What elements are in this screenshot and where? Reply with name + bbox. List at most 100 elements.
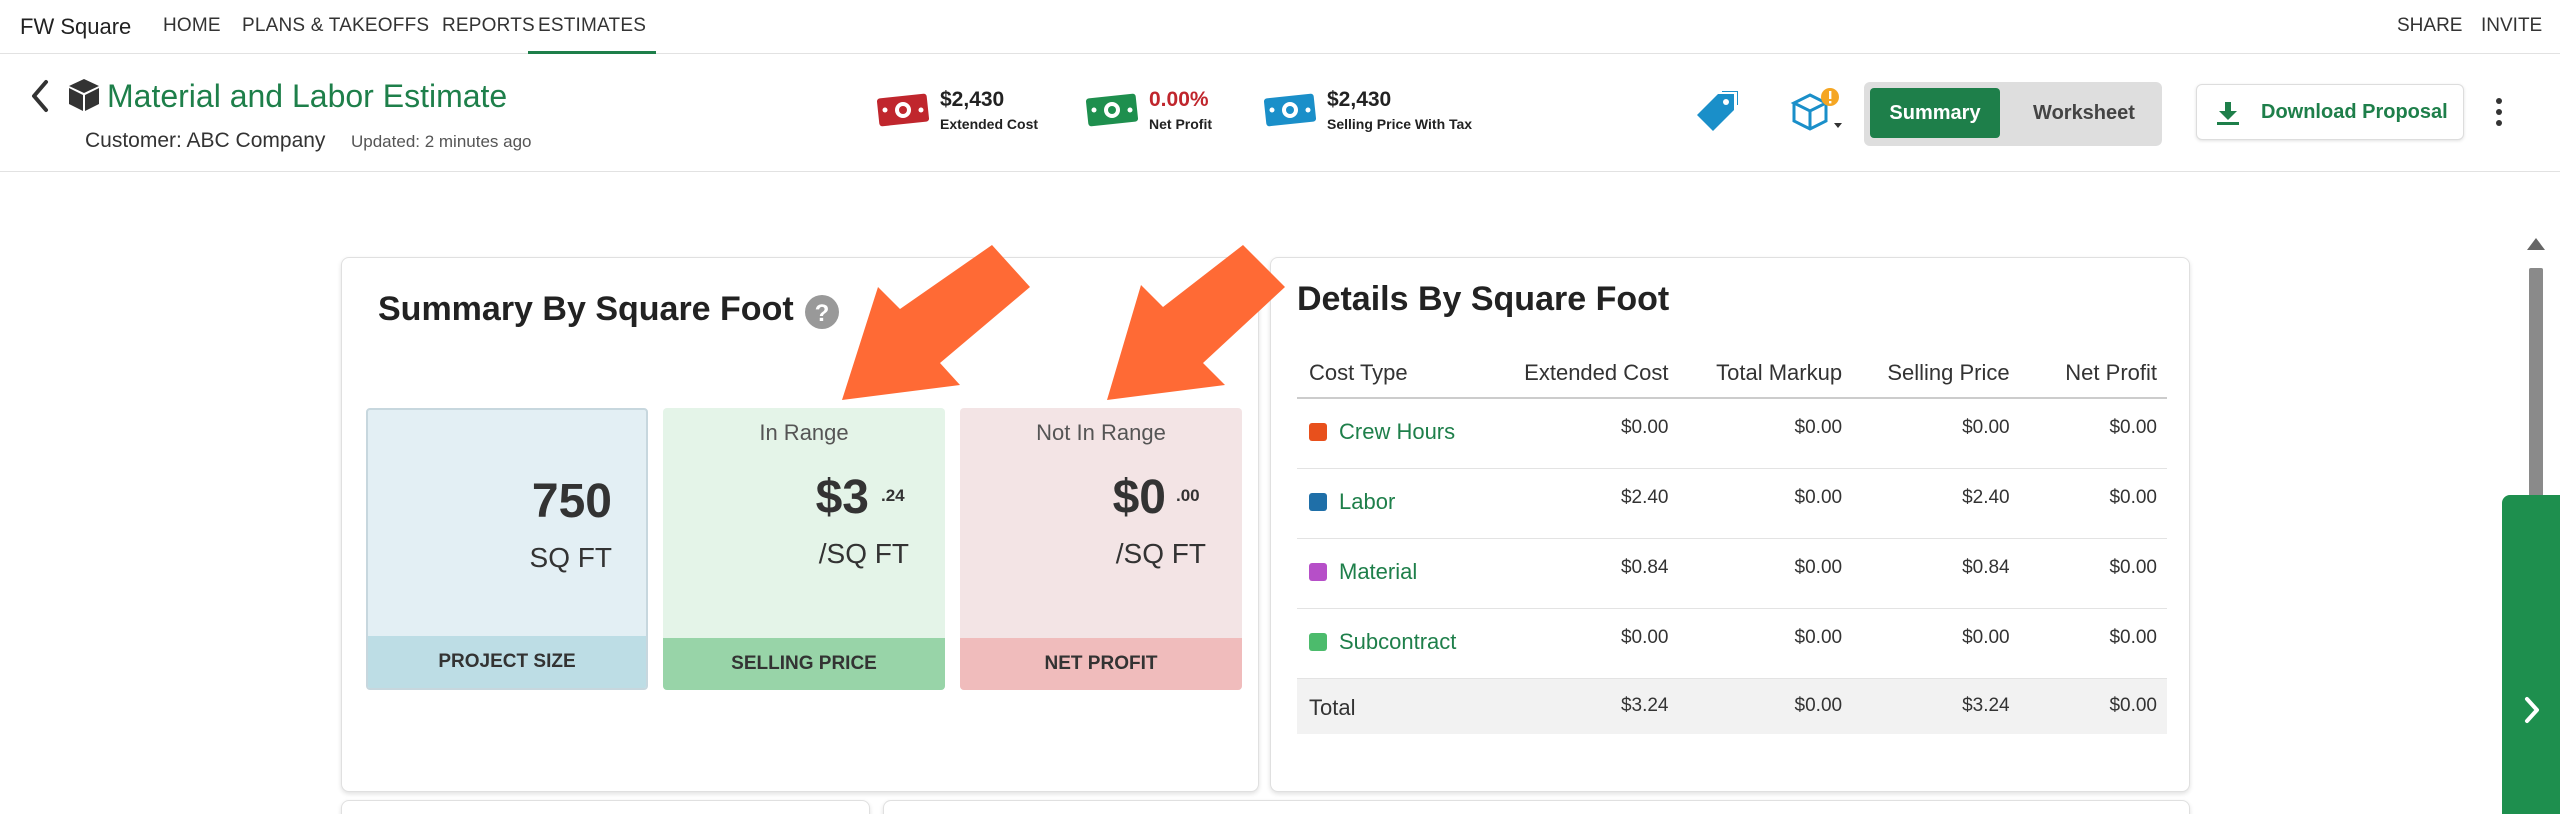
cost-type-material[interactable]: Material (1297, 538, 1499, 609)
total-markup-cell: $0.00 (1678, 468, 1853, 539)
color-swatch (1309, 423, 1327, 441)
total-markup-cell: $0.00 (1678, 538, 1853, 609)
total-label: Total (1297, 678, 1499, 734)
selling-price-dollars: $3 (815, 471, 869, 524)
project-size-unit: SQ FT (529, 542, 612, 573)
side-drawer-tab[interactable] (2502, 495, 2560, 814)
customer-name: Customer: ABC Company (85, 129, 326, 152)
col-extended-cost: Extended Cost (1498, 348, 1679, 399)
nav-estimates[interactable]: ESTIMATES (528, 15, 657, 54)
cube-alert-icon[interactable] (1790, 87, 1848, 137)
scroll-up-icon[interactable] (2526, 236, 2546, 252)
project-size-value: 750 (531, 475, 612, 528)
net-profit-cell: $0.00 (2019, 538, 2167, 609)
net-profit-label: NET PROFIT (960, 638, 1242, 690)
total-row: Total $3.24 $0.00 $3.24 $0.00 (1297, 678, 2167, 734)
selling-price-label: Selling Price With Tax (1327, 116, 1473, 132)
worksheet-toggle-button[interactable]: Worksheet (2014, 88, 2154, 138)
net-profit-label: Net Profit (1149, 116, 1212, 132)
net-profit-cell: $0.00 (2019, 608, 2167, 679)
back-arrow-icon[interactable] (28, 76, 54, 116)
top-nav: FW Square HOME PLANS & TAKEOFFS REPORTS … (0, 0, 2560, 54)
money-icon (1263, 93, 1317, 127)
estimate-header: Material and Labor Estimate Customer: AB… (0, 54, 2560, 172)
selling-price-value: $2,430 (1327, 88, 1392, 111)
scrollbar-thumb[interactable] (2529, 268, 2543, 504)
download-icon (2217, 102, 2239, 125)
money-icon (876, 93, 930, 127)
table-row: Crew Hours $0.00 $0.00 $0.00 $0.00 (1297, 398, 2167, 469)
net-profit-range: Not In Range (1036, 420, 1166, 445)
net-profit-dollars: $0 (1112, 471, 1166, 524)
download-proposal-label: Download Proposal (2261, 101, 2448, 123)
share-link[interactable]: SHARE (2397, 15, 2462, 37)
selling-price-cell: $2.40 (1852, 468, 2020, 539)
net-profit-cell: $0.00 (2019, 398, 2167, 469)
table-row: Material $0.84 $0.00 $0.84 $0.00 (1297, 538, 2167, 609)
table-row: Labor $2.40 $0.00 $2.40 $0.00 (1297, 468, 2167, 539)
details-panel: Details By Square Foot Cost Type Extende… (1270, 257, 2190, 792)
extended-cost-label: Extended Cost (940, 116, 1039, 132)
col-cost-type: Cost Type (1297, 348, 1499, 399)
selling-price-range: In Range (759, 420, 849, 445)
selling-price-label: SELLING PRICE (663, 638, 945, 690)
project-size-card: 750 SQ FT PROJECT SIZE (366, 408, 648, 690)
col-selling-price: Selling Price (1852, 348, 2020, 399)
net-profit-card: Not In Range $0 .00 /SQ FT NET PROFIT (960, 408, 1242, 690)
selling-price-cell: $0.84 (1852, 538, 2020, 609)
net-profit-value: 0.00% (1149, 88, 1209, 111)
svg-text:?: ? (815, 300, 830, 327)
total-net-profit: $0.00 (2019, 678, 2167, 734)
col-total-markup: Total Markup (1678, 348, 1853, 399)
table-row: Subcontract $0.00 $0.00 $0.00 $0.00 (1297, 608, 2167, 679)
selling-price-cell: $0.00 (1852, 398, 2020, 469)
total-selling-price: $3.24 (1852, 678, 2020, 734)
net-profit-cents: .00 (1176, 486, 1200, 505)
col-net-profit: Net Profit (2019, 348, 2167, 399)
estimate-title[interactable]: Material and Labor Estimate (107, 78, 507, 115)
nav-plans-takeoffs[interactable]: PLANS & TAKEOFFS (242, 15, 429, 37)
nav-reports[interactable]: REPORTS (442, 15, 535, 37)
selling-price-cents: .24 (881, 486, 905, 505)
money-icon (1085, 93, 1139, 127)
box-icon (69, 79, 99, 111)
extended-cost-cell: $0.00 (1498, 608, 1679, 679)
total-markup: $0.00 (1678, 678, 1853, 734)
color-swatch (1309, 492, 1327, 511)
more-options-icon[interactable] (2488, 94, 2510, 130)
cost-type-label[interactable]: Material (1339, 559, 1417, 584)
chevron-right-icon (2525, 697, 2539, 723)
net-profit-cell: $0.00 (2019, 468, 2167, 539)
tag-icon[interactable] (1694, 91, 1738, 135)
net-profit-unit: /SQ FT (1115, 538, 1206, 569)
total-markup-cell: $0.00 (1678, 398, 1853, 469)
selling-price-unit: /SQ FT (818, 538, 909, 569)
cost-type-label[interactable]: Labor (1339, 489, 1395, 514)
nav-home[interactable]: HOME (163, 15, 221, 37)
total-extended-cost: $3.24 (1498, 678, 1679, 734)
summary-title: Summary By Square Foot (378, 290, 794, 328)
selling-price-card: In Range $3 .24 /SQ FT SELLING PRICE (663, 408, 945, 690)
color-swatch (1309, 562, 1327, 581)
extended-cost-cell: $0.84 (1498, 538, 1679, 609)
total-markup-cell: $0.00 (1678, 608, 1853, 679)
updated-time: Updated: 2 minutes ago (351, 132, 532, 151)
details-title: Details By Square Foot (1297, 280, 1670, 318)
details-table: Cost Type Extended Cost Total Markup Sel… (1297, 348, 2167, 734)
cost-type-label[interactable]: Subcontract (1339, 629, 1456, 654)
cost-type-crew-hours[interactable]: Crew Hours (1297, 398, 1499, 469)
cost-type-labor[interactable]: Labor (1297, 468, 1499, 539)
brand-name[interactable]: FW Square (20, 14, 131, 40)
invite-link[interactable]: INVITE (2481, 15, 2542, 37)
color-swatch (1309, 632, 1327, 651)
annotation-arrow (842, 245, 1030, 400)
extended-cost-cell: $0.00 (1498, 398, 1679, 469)
table-header-row: Cost Type Extended Cost Total Markup Sel… (1297, 348, 2167, 399)
cost-type-label[interactable]: Crew Hours (1339, 419, 1455, 444)
cost-type-subcontract[interactable]: Subcontract (1297, 608, 1499, 679)
extended-cost-cell: $2.40 (1498, 468, 1679, 539)
download-proposal-button[interactable]: Download Proposal (2196, 84, 2464, 140)
lower-panel-right (883, 800, 2190, 814)
lower-panel-left (341, 800, 870, 814)
summary-toggle-button[interactable]: Summary (1870, 88, 2000, 138)
